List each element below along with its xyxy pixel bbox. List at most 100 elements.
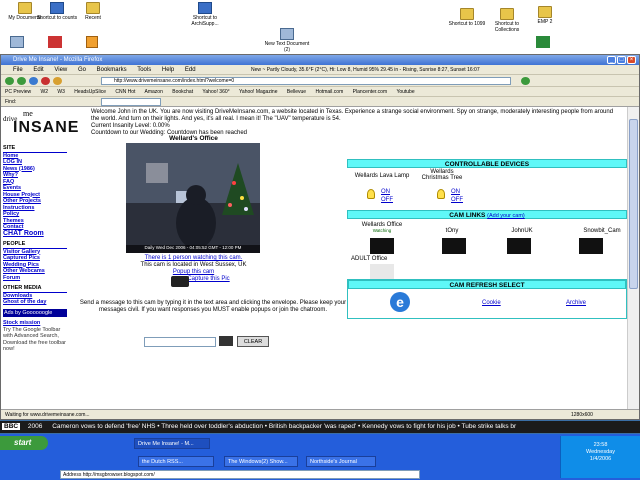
clear-button[interactable]: CLEAR: [237, 336, 269, 347]
cam-thumbnail[interactable]: [442, 238, 466, 254]
popup-cam-link[interactable]: Popup this cam: [101, 269, 286, 276]
desktop-icon-archisupp[interactable]: Shortcut to ArchiSupp...: [180, 2, 230, 27]
menu-file[interactable]: File: [13, 67, 23, 73]
bookmark-item[interactable]: Bookchat: [172, 89, 193, 95]
bookmark-item[interactable]: W2: [41, 89, 49, 95]
reload-icon[interactable]: [29, 77, 38, 85]
menu-go[interactable]: Go: [78, 67, 86, 73]
page-content: drive me INSANE Welcome John in the UK. …: [1, 107, 627, 409]
desktop-icon-recent[interactable]: Recent: [68, 2, 118, 21]
bookmark-item[interactable]: Yahoo! 360°: [202, 89, 229, 95]
webcam-image[interactable]: Daily Wed Dec 2006 - 04:05:52 GMT - 12:0…: [126, 143, 260, 253]
refresh-cookie[interactable]: Cookie: [482, 300, 501, 306]
system-tray: 23:58 Wednesday 1/4/2006: [560, 436, 640, 478]
address-toolbar[interactable]: Address http://msgbrowser.blogspot.com/: [60, 470, 420, 479]
cam-info: There is 1 person watching this cam. Thi…: [101, 255, 286, 287]
desktop-icon-new-text[interactable]: New Text Document (2): [262, 28, 312, 53]
tree-on[interactable]: ON: [451, 189, 460, 195]
bookmark-item[interactable]: Youtube: [396, 89, 414, 95]
app-icon[interactable]: [86, 36, 98, 48]
bookmark-item[interactable]: Plancenter.com: [353, 89, 387, 95]
stop-icon[interactable]: [41, 77, 50, 85]
bookmark-item[interactable]: Amazon: [145, 89, 163, 95]
bookmark-item[interactable]: W3: [57, 89, 65, 95]
camera-icon[interactable]: [171, 276, 189, 287]
task-button-journal[interactable]: Northside's Journal: [306, 456, 376, 467]
refresh-archive[interactable]: Archive: [566, 300, 586, 306]
site-logo[interactable]: drive me INSANE: [3, 109, 85, 137]
find-input[interactable]: [101, 98, 161, 106]
forward-icon[interactable]: [17, 77, 26, 85]
minimize-button[interactable]: _: [607, 56, 616, 64]
task-button-rss[interactable]: the Dutch RSS...: [138, 456, 214, 467]
capture-pic-link[interactable]: Capture this Pic: [131, 276, 286, 283]
go-icon[interactable]: [521, 77, 530, 85]
menu-view[interactable]: View: [54, 67, 67, 73]
cam-link-adult[interactable]: ADULT Office: [351, 256, 411, 262]
message-input[interactable]: [144, 337, 216, 347]
menu-edd[interactable]: Edd: [185, 67, 196, 73]
menu-edit[interactable]: Edit: [33, 67, 43, 73]
shortcut-icon: [198, 2, 212, 14]
sidebar: SITE Home LOG IN News (1986) Why? FAQ Ev…: [3, 145, 67, 352]
refresh-header: CAM REFRESH SELECT: [348, 280, 626, 289]
cam-link-wellards[interactable]: Wellards Office Watching: [347, 222, 417, 234]
cam-link-snowbit[interactable]: Snowbit_Cam: [577, 228, 627, 234]
back-icon[interactable]: [5, 77, 14, 85]
ads-label: Ads by Goooooogle: [3, 308, 67, 317]
close-button[interactable]: ×: [627, 56, 636, 64]
ticker-item[interactable]: Three held over toddler's abduction: [161, 423, 263, 430]
envelope-icon[interactable]: [219, 336, 233, 346]
menu-tools[interactable]: Tools: [137, 67, 151, 73]
bookmarks-toolbar: PC Preview W2 W3 HeadsUpSlice CNN Hot Am…: [1, 87, 639, 97]
tree-off[interactable]: OFF: [451, 197, 463, 203]
menu-bookmarks[interactable]: Bookmarks: [97, 67, 127, 73]
cam-thumbnail[interactable]: [370, 238, 394, 254]
ticker-item[interactable]: British backpacker 'was raped': [269, 423, 356, 430]
scrollbar-thumb[interactable]: [629, 119, 638, 289]
bookmark-item[interactable]: CNN Hot: [115, 89, 135, 95]
start-button[interactable]: start: [0, 436, 48, 450]
task-button-firefox[interactable]: Drive Me Insane! - M...: [134, 438, 210, 449]
cam-link-johnuk[interactable]: JohnUK: [507, 228, 537, 234]
my-computer-icon[interactable]: [10, 36, 24, 48]
bookmark-item[interactable]: Yahoo! Magazine: [239, 89, 278, 95]
url-bar[interactable]: http://www.drivemeinsane.com/index.html?…: [101, 77, 511, 85]
sidebar-link-chat[interactable]: CHAT Room: [3, 230, 67, 238]
folder-icon: [538, 6, 552, 18]
network-icon[interactable]: [536, 36, 550, 48]
cam-thumbnail[interactable]: [579, 238, 603, 254]
add-cam-link[interactable]: (Add your cam): [487, 213, 525, 219]
vertical-scrollbar[interactable]: [627, 107, 639, 409]
status-bar: Waiting for www.drivemeinsane.com... 128…: [1, 409, 639, 419]
menu-help[interactable]: Help: [162, 67, 174, 73]
lava-lamp-on[interactable]: ON: [381, 189, 390, 195]
ticker-item[interactable]: Cameron vows to defend 'free' NHS: [52, 423, 155, 430]
app-icon[interactable]: [48, 36, 62, 48]
bookmark-item[interactable]: Hotmail.com: [315, 89, 343, 95]
ticker-item[interactable]: Tube strike talks br: [462, 423, 517, 430]
home-icon[interactable]: [53, 77, 62, 85]
welcome-text: Welcome John in the UK. You are now visi…: [91, 109, 621, 137]
cam-thumbnail[interactable]: [370, 264, 394, 280]
cam-link-tony[interactable]: tOny: [437, 228, 467, 234]
maximize-button[interactable]: □: [617, 56, 626, 64]
status-text: Waiting for www.drivemeinsane.com...: [5, 412, 90, 418]
clock-day: Wednesday: [586, 449, 615, 455]
cam-refresh-panel: CAM REFRESH SELECT e Cookie Archive: [347, 279, 627, 319]
cam-thumbnail[interactable]: [507, 238, 531, 254]
sidebar-link-forum[interactable]: Forum: [3, 275, 67, 282]
sidebar-link-ghost[interactable]: Ghost of the day: [3, 299, 67, 306]
ticker-item[interactable]: Kennedy vows to fight for his job: [362, 423, 456, 430]
clock[interactable]: 23:58: [561, 442, 640, 449]
lava-lamp-off[interactable]: OFF: [381, 197, 393, 203]
bookmark-item[interactable]: PC Preview: [5, 89, 31, 95]
internet-explorer-icon[interactable]: e: [390, 292, 410, 312]
watchers-count[interactable]: There is 1 person watching this cam.: [101, 255, 286, 262]
folder-icon: [500, 8, 514, 20]
desktop-icon-emp2[interactable]: EMP 2: [520, 6, 570, 25]
bookmark-item[interactable]: Bellevue: [287, 89, 306, 95]
cam-links-panel: CAM LINKS (Add your cam) Wellards Office…: [347, 210, 627, 280]
bookmark-item[interactable]: HeadsUpSlice: [74, 89, 106, 95]
task-button-windows[interactable]: The Windows(2) Show...: [224, 456, 298, 467]
